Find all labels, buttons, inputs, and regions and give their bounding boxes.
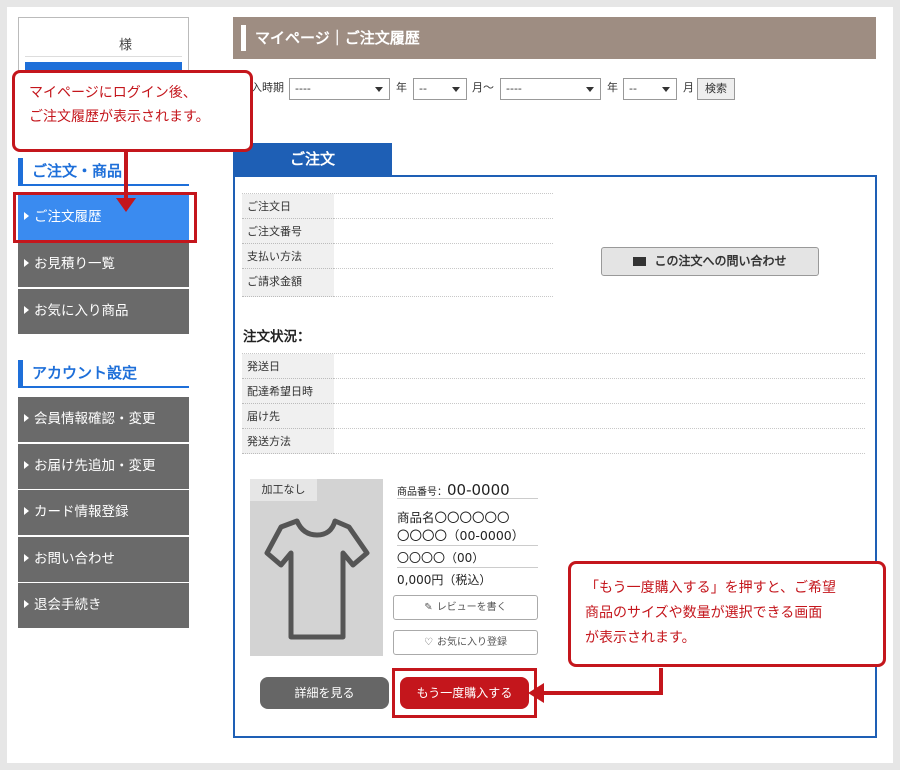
arrow-line xyxy=(540,668,663,695)
annotation-arrows xyxy=(116,152,663,703)
arrow-down-icon xyxy=(116,198,136,212)
arrow-left-icon xyxy=(528,683,544,703)
